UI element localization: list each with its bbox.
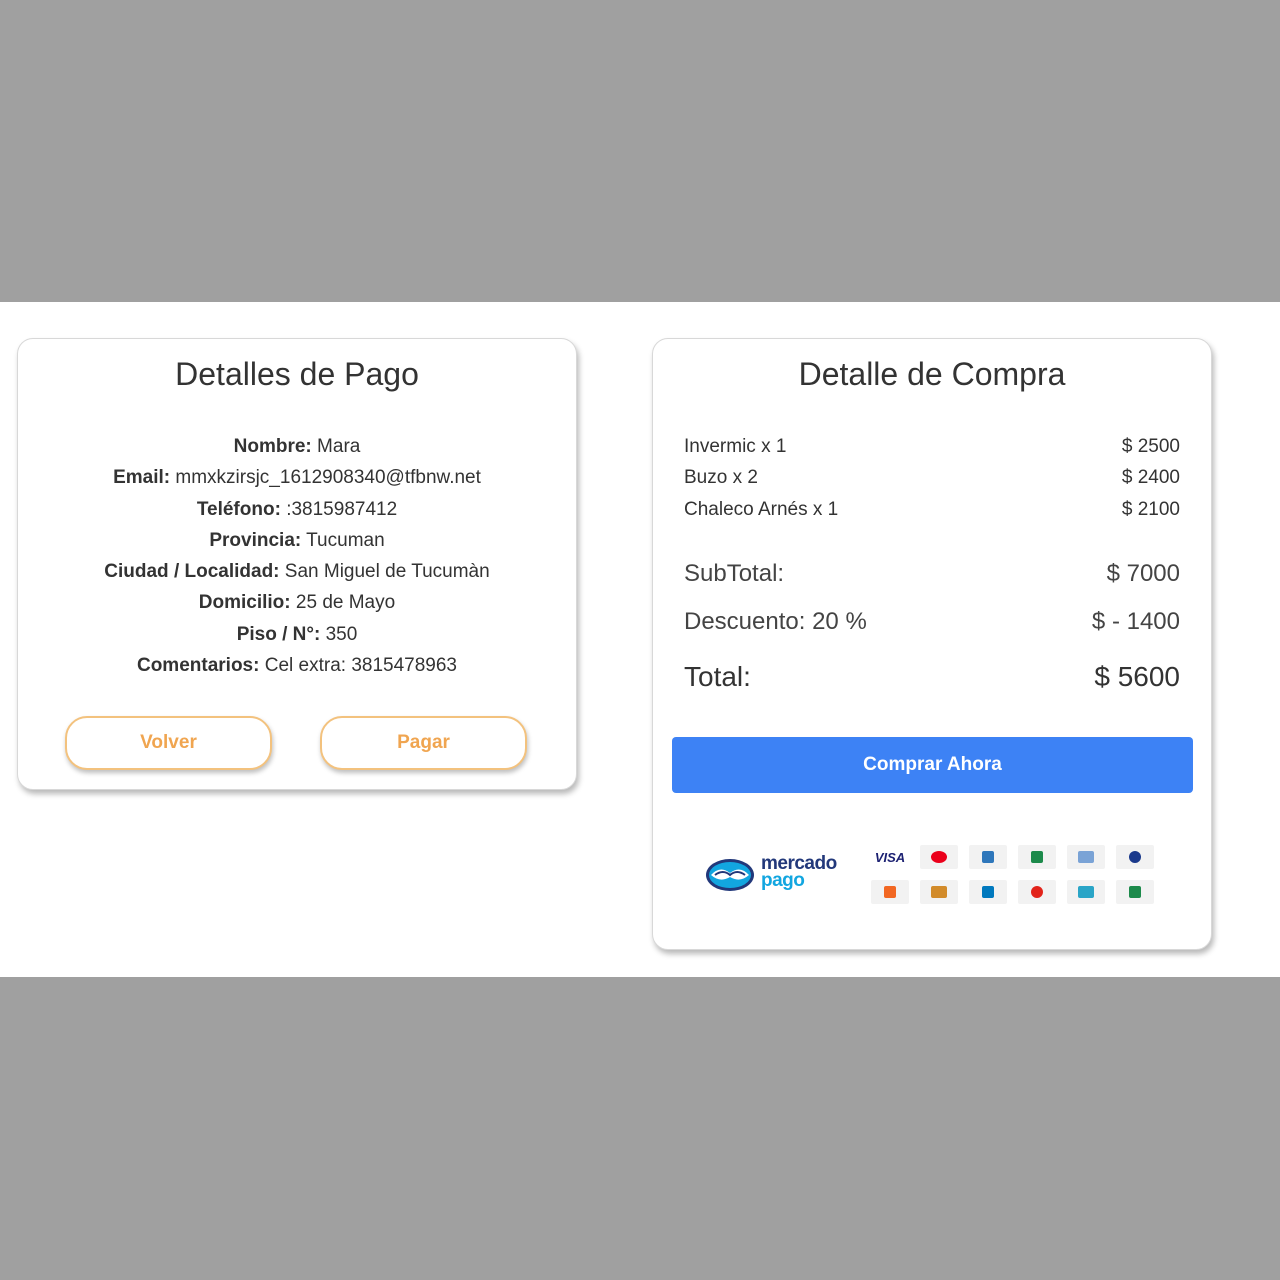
card10-icon [1018, 880, 1056, 904]
detail-value: Mara [311, 436, 361, 457]
payment-brand-mark [1031, 886, 1043, 898]
payment-brand-mark [1031, 851, 1043, 863]
card6-icon [1116, 845, 1154, 869]
detail-value: Cel extra: 3815478963 [259, 655, 457, 677]
details-list: Nombre: Mara Email: mmxkzirsjc_161290834… [18, 431, 576, 681]
item-name: Chaleco Arnés x 1 [684, 498, 839, 520]
detail-value: mmxkzirsjc_1612908340@tfbnw.net [170, 467, 481, 489]
discount-label: Descuento: 20 % [684, 608, 867, 635]
detail-label: Nombre: [233, 436, 312, 457]
payment-brand-mark [931, 886, 947, 898]
detail-label: Ciudad / Localidad: [104, 561, 280, 583]
detail-value: 25 de Mayo [290, 592, 396, 614]
list-item: Chaleco Arnés x 1 $ 2100 [684, 494, 1180, 525]
item-name: Invermic x 1 [684, 436, 787, 457]
list-item: Buzo x 2 $ 2400 [684, 462, 1180, 493]
detail-label: Piso / N°: [236, 623, 321, 645]
detail-city: Ciudad / Localidad: San Miguel de Tucumà… [18, 556, 576, 587]
card7-icon [871, 880, 909, 904]
card5-icon [1067, 845, 1105, 869]
visa-icon: VISA [874, 849, 906, 865]
purchase-details-card: Detalle de Compra Invermic x 1 $ 2500 Bu… [652, 338, 1212, 950]
detail-label: Comentarios: [136, 655, 260, 677]
item-price: $ 2100 [1121, 498, 1180, 520]
payment-methods-grid: VISA [871, 845, 1161, 904]
total-label: Total: [684, 661, 751, 692]
detail-label: Provincia: [209, 529, 302, 551]
brand-word-2: pago [761, 870, 805, 891]
detail-address: Domicilio: 25 de Mayo [18, 587, 576, 618]
subtotal-label: SubTotal: [684, 560, 785, 587]
purchase-details-title: Detalle de Compra [798, 356, 1066, 392]
mercado-pago-logo: mercado pago [705, 849, 840, 899]
discount-row: Descuento: 20 % $ - 1400 [684, 602, 1180, 650]
payment-brand-mark [1129, 851, 1141, 863]
detail-label: Email: [113, 467, 171, 489]
list-item: Invermic x 1 $ 2500 [684, 431, 1180, 462]
mastercard-icon [920, 845, 958, 869]
detail-province: Provincia: Tucuman [18, 525, 576, 556]
payment-details-title: Detalles de Pago [175, 356, 419, 392]
back-button[interactable]: Volver [65, 716, 272, 770]
cordobesa-icon [1116, 880, 1154, 904]
item-price: $ 2400 [1121, 467, 1180, 489]
detail-phone: Teléfono: :3815987412 [18, 494, 576, 525]
payment-brand-mark [1078, 851, 1094, 863]
cencosud-icon [1067, 880, 1105, 904]
detail-comments: Comentarios: Cel extra: 3815478963 [18, 650, 576, 681]
payment-details-card: Detalles de Pago Nombre: Mara Email: mmx… [17, 338, 577, 790]
item-list: Invermic x 1 $ 2500 Buzo x 2 $ 2400 Chal… [684, 431, 1180, 525]
payment-brand-mark [884, 886, 896, 898]
diners-icon [969, 880, 1007, 904]
detail-email: Email: mmxkzirsjc_1612908340@tfbnw.net [18, 462, 576, 493]
item-name: Buzo x 2 [684, 467, 758, 489]
summary-block: SubTotal: $ 7000 Descuento: 20 % $ - 140… [684, 554, 1180, 650]
amex-icon [969, 845, 1007, 869]
detail-value: San Miguel de Tucumàn [279, 561, 490, 583]
payment-brand-mark [982, 851, 994, 863]
detail-value: :3815987412 [280, 498, 398, 520]
pay-button[interactable]: Pagar [320, 716, 527, 770]
detail-label: Domicilio: [198, 592, 291, 614]
detail-floor: Piso / N°: 350 [18, 619, 576, 650]
subtotal-row: SubTotal: $ 7000 [684, 554, 1180, 602]
item-price: $ 2500 [1121, 436, 1180, 457]
payment-brand-mark [982, 886, 994, 898]
total-value: $ 5600 [1094, 661, 1180, 692]
naranja-icon [1018, 845, 1056, 869]
detail-label: Teléfono: [196, 498, 281, 520]
discount-value: $ - 1400 [1091, 608, 1180, 635]
payment-brand-mark [931, 851, 947, 863]
payment-brand-mark [1078, 886, 1094, 898]
total-row: Total: $ 5600 [684, 661, 1180, 693]
payment-brand-mark [1129, 886, 1141, 898]
detail-value: Tucuman [301, 529, 385, 551]
cabal-icon [920, 880, 958, 904]
detail-name: Nombre: Mara [18, 431, 576, 462]
buy-now-button[interactable]: Comprar Ahora [672, 737, 1193, 793]
detail-value: 350 [320, 623, 358, 645]
handshake-icon [706, 859, 754, 891]
subtotal-value: $ 7000 [1106, 560, 1180, 587]
